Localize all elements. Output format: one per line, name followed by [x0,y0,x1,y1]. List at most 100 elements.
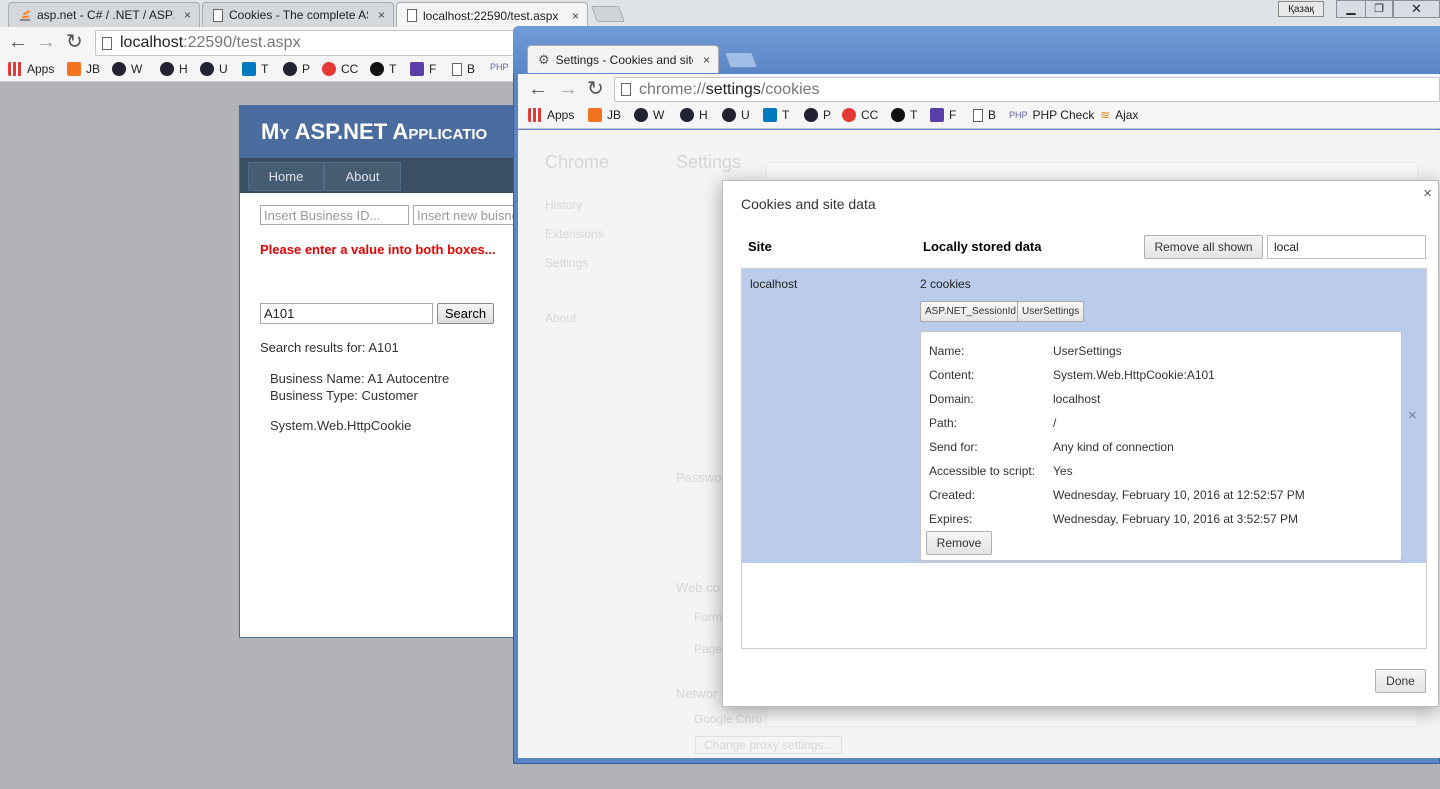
bookmark-b[interactable]: B [973,108,996,122]
reload-icon[interactable]: ↻ [66,32,83,52]
bookmark-site-icon [160,62,174,76]
close-icon[interactable]: × [184,8,191,22]
detail-label: Created: [929,488,976,502]
back-arrow-icon[interactable]: ← [528,79,548,99]
bookmark-u[interactable]: U [200,62,228,76]
remove-site-icon[interactable]: × [1408,407,1417,424]
cookie-details-panel: Name: UserSettings Content: System.Web.H… [920,331,1402,561]
bookmark-t2[interactable]: T [891,108,917,122]
cookie-site-list: localhost 2 cookies ASP.NET_SessionId Us… [741,268,1427,649]
bookmark-p[interactable]: P [804,108,831,122]
bookmark-f[interactable]: F [410,62,436,76]
forward-arrow-icon[interactable]: → [36,32,56,52]
dialog-title: Cookies and site data [741,196,876,212]
minimize-button[interactable]: ▁ [1336,0,1366,18]
bookmark-php[interactable]: PHP [490,62,509,72]
bookmark-cc[interactable]: CC [842,108,878,122]
cookie-chip-usersettings[interactable]: UserSettings [1017,301,1085,322]
menu-home[interactable]: Home [248,162,324,191]
business-id-input[interactable] [260,205,409,225]
bookmark-label: W [131,62,143,76]
close-icon[interactable]: × [1423,185,1432,202]
cookie-count: 2 cookies [920,277,971,291]
new-tab-button[interactable] [724,52,758,68]
detail-label: Accessible to script: [929,464,1036,478]
remove-cookie-button[interactable]: Remove [926,531,992,555]
flower-icon [842,108,856,122]
bookmark-label: U [219,62,228,76]
address-scheme: chrome:// [639,80,706,98]
detail-value-accessible: Yes [1053,464,1073,478]
user-badge[interactable]: Қазақ [1278,1,1324,17]
detail-value-send-for: Any kind of connection [1053,440,1174,454]
bookmark-h[interactable]: H [680,108,708,122]
forward-arrow-icon[interactable]: → [558,79,578,99]
soundcloud-icon [67,62,81,76]
search-input[interactable] [260,303,433,324]
address-host: settings [705,80,761,98]
form-icon [410,62,424,76]
bookmark-t2[interactable]: T [370,62,396,76]
bookmark-w[interactable]: W [112,62,142,76]
bookmark-f[interactable]: F [930,108,956,122]
bookmark-ajax[interactable]: ≋ Ajax [1100,108,1138,122]
bookmark-site-icon [722,108,736,122]
tab-asp-net-question[interactable]: asp.net - C# / .NET / ASPX × [8,2,200,27]
tab-localhost-test[interactable]: localhost:22590/test.aspx × [396,2,588,28]
cookie-search-input[interactable] [1267,235,1426,259]
bookmark-u[interactable]: U [722,108,750,122]
bookmark-t[interactable]: T [763,108,789,122]
business-name-input[interactable] [413,205,528,225]
bookmark-p[interactable]: P [283,62,310,76]
bookmark-site-icon [804,108,818,122]
back-arrow-icon[interactable]: ← [8,32,28,52]
window-close-button[interactable]: ✕ [1393,0,1440,18]
bookmark-w[interactable]: W [634,108,664,122]
bookmark-cc[interactable]: CC [322,62,358,76]
site-row-localhost[interactable]: localhost 2 cookies ASP.NET_SessionId Us… [742,269,1426,563]
close-icon[interactable]: × [703,53,710,67]
close-icon[interactable]: × [378,8,385,22]
tab-settings-cookies[interactable]: ⚙ Settings - Cookies and site × [527,45,719,73]
bookmark-t[interactable]: T [242,62,268,76]
nav-history[interactable]: History [545,198,582,212]
font-setting: Form [694,610,722,624]
bookmark-label: F [429,62,437,76]
remove-all-shown-button[interactable]: Remove all shown [1144,235,1263,259]
cookie-text: System.Web.HttpCookie [270,418,412,433]
done-button[interactable]: Done [1375,669,1426,693]
close-icon[interactable]: × [572,9,579,23]
reload-icon[interactable]: ↻ [587,79,604,99]
bookmark-jb[interactable]: JB [588,108,621,122]
bookmark-label: H [699,108,708,122]
bookmark-apps[interactable]: Apps [8,62,54,76]
nav-settings[interactable]: Settings [545,256,588,270]
bookmark-label: PHP Check [1032,108,1095,122]
detail-value-expires: Wednesday, February 10, 2016 at 3:52:57 … [1053,512,1299,526]
new-tab-button[interactable] [591,6,625,22]
settings-bookmarks-bar: Apps JB W H U T P CC T F B PHP PHP Check … [518,104,1440,129]
restore-button[interactable]: ❐ [1365,0,1393,18]
cookie-chip-session[interactable]: ASP.NET_SessionId [920,301,1021,322]
bookmark-apps[interactable]: Apps [528,108,574,122]
page-icon [102,36,112,50]
php-icon: PHP [490,62,509,72]
nav-about[interactable]: About [545,311,576,325]
soundcloud-icon [588,108,602,122]
bookmark-php-check[interactable]: PHP PHP Check [1009,108,1094,122]
search-button[interactable]: Search [437,303,494,324]
detail-value-name: UserSettings [1053,344,1122,358]
detail-label: Path: [929,416,958,430]
settings-address-bar[interactable]: chrome://settings/cookies [614,77,1440,102]
bookmark-label: T [261,62,269,76]
bookmark-h[interactable]: H [160,62,188,76]
address-bar[interactable]: localhost:22590/test.aspx [95,30,525,56]
nav-extensions[interactable]: Extensions [545,227,604,241]
change-proxy-button[interactable]: Change proxy settings... [695,736,843,754]
bookmark-jb[interactable]: JB [67,62,100,76]
menu-about[interactable]: About [324,162,401,191]
site-title: My ASP.NET Applicatio [261,119,488,144]
tab-cookies-article[interactable]: Cookies - The complete AS × [202,2,394,27]
bookmark-b[interactable]: B [452,62,475,76]
bookmark-label: T [910,108,918,122]
